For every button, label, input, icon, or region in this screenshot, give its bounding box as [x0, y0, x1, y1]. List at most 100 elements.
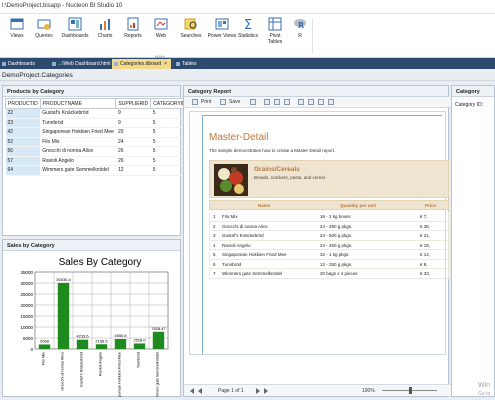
pivot-tables-button[interactable]: Pivot Tables [262, 17, 288, 51]
find-icon[interactable] [274, 99, 280, 105]
table-row[interactable]: 42 Singaporean Hokkien Fried Mee 20 5 [5, 127, 189, 138]
table-cell[interactable]: 57 [5, 156, 41, 166]
table-cell[interactable]: 22 [5, 108, 41, 119]
ribbon: Views Queries Dashboards Charts Reports … [0, 14, 495, 59]
table-cell[interactable]: 26 [115, 156, 151, 166]
table-cell[interactable]: Ravioli Angelo [40, 156, 116, 166]
tab-tables[interactable]: Tables [174, 59, 200, 69]
save-button[interactable]: Save [229, 99, 240, 105]
products-panel: Products by Category PRODUCTID PRODUCTNA… [2, 85, 189, 236]
print-icon[interactable] [192, 99, 198, 105]
single-page-icon[interactable] [298, 99, 304, 105]
report-title: Master-Detail [209, 132, 269, 143]
table-cell[interactable]: 26 [115, 146, 151, 157]
data-label: 2156.5 [95, 338, 108, 343]
data-label: 2528.0 [133, 337, 146, 342]
column-header[interactable]: PRODUCTID [5, 98, 41, 109]
data-label: 7828.47 [151, 326, 166, 331]
multi-page-icon[interactable] [308, 99, 314, 105]
breadcrumb: DemoProject.Categories [0, 69, 495, 81]
table-row[interactable]: 52 Filo Mix 24 5 [5, 137, 189, 147]
r-button[interactable]: R R [290, 17, 310, 51]
zoom-out-icon[interactable] [328, 99, 334, 105]
product-name: Gustaf's Knäckebröd [222, 233, 264, 238]
table-cell[interactable]: Tunnbröd [40, 118, 116, 128]
first-page-icon[interactable] [190, 388, 194, 394]
y-tick-label: 30000 [20, 281, 33, 286]
table-row[interactable]: 64 Wimmers gute Semmelknödel 12 5 [5, 165, 189, 176]
ribbon-separator [312, 18, 313, 54]
table-cell[interactable]: 9 [115, 118, 151, 128]
category-id-label: Category ID: [455, 102, 484, 108]
views-button[interactable]: Views [4, 17, 30, 51]
tab-dashboards[interactable]: Dashboards [0, 59, 39, 69]
bar [95, 344, 108, 349]
report-row: 7 Wimmers gute Semmelknödel 20 bags x 4 pi… [209, 269, 449, 279]
column-header[interactable]: PRODUCTNAME [39, 98, 117, 109]
table-cell[interactable]: 56 [5, 146, 41, 157]
product-name: Singaporean Hokkien Fried Mee [222, 252, 287, 257]
quantity-per-unit: 32 - 1 kg pkgs. [320, 252, 350, 257]
category-image [214, 164, 248, 196]
print-button[interactable]: Print [201, 99, 211, 105]
copy-icon[interactable] [264, 99, 270, 105]
column-header[interactable]: SUPPLIERID [115, 98, 152, 109]
table-cell[interactable]: Gustaf's Knäckebröd [40, 108, 116, 119]
next-page-icon[interactable] [256, 388, 260, 394]
zoom-in-icon[interactable] [318, 99, 324, 105]
save-icon[interactable] [220, 99, 226, 105]
tab-categories-dboard[interactable]: Categories.dboard × [112, 59, 172, 69]
x-tick-label: Gnocchi di nonna Alice [61, 352, 65, 391]
table-cell[interactable]: Wimmers gute Semmelknödel [40, 165, 116, 176]
table-cell[interactable]: 23 [5, 118, 41, 128]
breadcrumb-text: DemoProject.Categories [2, 72, 73, 79]
column-price: Price [425, 203, 437, 208]
previous-page-icon[interactable] [198, 388, 202, 394]
searches-button[interactable]: Searches [176, 17, 206, 51]
table-cell[interactable]: 64 [5, 165, 41, 176]
dashboards-button[interactable]: Dashboards [60, 17, 90, 51]
table-cell[interactable]: 42 [5, 127, 41, 138]
price: € 38, [420, 223, 431, 229]
charts-icon [100, 19, 110, 30]
bar [114, 338, 127, 349]
table-row[interactable]: 56 Gnocchi di nonna Alice 26 5 [5, 146, 189, 157]
table-row[interactable]: 57 Ravioli Angelo 26 5 [5, 156, 189, 166]
sales-chart: Sales By Category 0 5000 10000 15000 20000 250… [20, 257, 169, 397]
zoom-level: 100% [362, 388, 375, 394]
table-cell[interactable]: Filo Mix [40, 137, 116, 147]
table-cell[interactable]: 9 [115, 108, 151, 119]
tab-web-dashboard[interactable]: ...\Web Dashboard.html [50, 59, 114, 69]
quantity-per-unit: 20 bags x 4 pieces [320, 271, 358, 276]
price: € 33, [420, 271, 431, 276]
category-description: Breads, crackers, pasta, and cereal [254, 175, 325, 180]
document-tabs: Dashboards ...\Web Dashboard.html Catego… [0, 58, 495, 69]
last-page-icon[interactable] [264, 388, 268, 394]
price: € 21, [420, 233, 431, 238]
export-icon[interactable] [250, 99, 256, 105]
table-cell[interactable]: 52 [5, 137, 41, 147]
table-row[interactable]: 23 Tunnbröd 9 5 [5, 118, 189, 128]
r-logo-icon: R [294, 19, 306, 30]
table-cell[interactable]: 20 [115, 127, 151, 138]
close-tab-icon[interactable]: × [164, 61, 167, 67]
table-cell[interactable]: 12 [115, 165, 151, 176]
product-name: Filo Mix [222, 214, 238, 219]
charts-button[interactable]: Charts [92, 17, 118, 51]
x-tick-label: Wimmers gute Semmelknödel [156, 352, 160, 397]
zoom-slider-thumb[interactable] [409, 387, 412, 394]
statistics-button[interactable]: Σ Statistics [233, 17, 263, 51]
bar [152, 331, 165, 349]
table-cell[interactable]: 24 [115, 137, 151, 147]
web-button[interactable]: Web [148, 17, 174, 51]
x-tick-label: Singaporean Hokkien Fried Mee [118, 352, 122, 397]
table-cell[interactable]: Gnocchi di nonna Alice [40, 146, 116, 157]
pivot-table-icon [268, 17, 282, 31]
table-row[interactable]: 22 Gustaf's Knäckebröd 9 5 [5, 108, 189, 119]
y-tick-label: 0 [30, 347, 33, 352]
queries-button[interactable]: Queries [31, 17, 57, 51]
category-header: Grains/Cereals Breads, crackers, pasta, … [209, 160, 449, 198]
table-cell[interactable]: Singaporean Hokkien Fried Mee [40, 127, 116, 138]
reports-button[interactable]: Reports [120, 17, 146, 51]
page-setup-icon[interactable] [284, 99, 290, 105]
